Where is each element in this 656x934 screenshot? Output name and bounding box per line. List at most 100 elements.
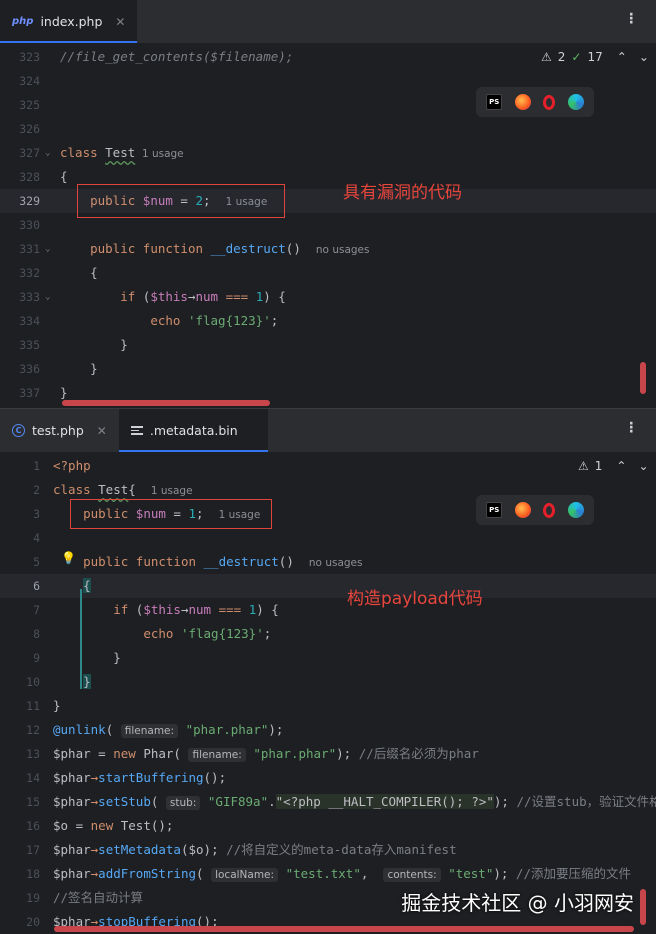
opera-icon[interactable] xyxy=(543,94,556,110)
line-content: if ($this→num === 1) { xyxy=(53,598,279,622)
chevron-down-icon[interactable]: ⌄ xyxy=(639,50,649,64)
code-token: { xyxy=(83,578,91,593)
code-token: → xyxy=(187,289,196,304)
line-number: 12 xyxy=(26,723,40,737)
fold-chevron-icon[interactable]: ⌄ xyxy=(45,285,50,309)
code-line[interactable]: 334 echo 'flag{123}'; xyxy=(0,309,656,333)
code-line[interactable]: 12 @unlink( filename: "phar.phar"); xyxy=(0,718,656,742)
tab-label: test.php xyxy=(32,423,84,438)
line-number: 7 xyxy=(33,603,40,617)
code-line[interactable]: 11} xyxy=(0,694,656,718)
code-token: } xyxy=(53,650,121,665)
code-token: { xyxy=(128,482,151,497)
code-token: "GIF89a" xyxy=(207,794,269,809)
code-token: () xyxy=(278,554,309,569)
code-line[interactable]: 335 } xyxy=(0,333,656,357)
firefox-icon[interactable] xyxy=(514,94,531,110)
line-content: $phar→addFromString( localName: "test.tx… xyxy=(53,862,631,887)
code-token: new xyxy=(90,818,121,833)
code-line[interactable]: 6 { xyxy=(0,574,656,598)
fold-chevron-icon[interactable]: ⌄ xyxy=(45,141,50,165)
code-line[interactable]: 333 ⌄ if ($this→num === 1) { xyxy=(0,285,656,309)
firefox-icon[interactable] xyxy=(514,502,531,518)
phpstorm-icon[interactable]: PS xyxy=(486,94,503,110)
line-content: } xyxy=(53,646,121,670)
line-number: 330 xyxy=(19,218,40,232)
line-content: echo 'flag{123}'; xyxy=(53,622,271,646)
lightbulb-icon[interactable]: 💡 xyxy=(61,551,76,565)
tab-test-php[interactable]: C test.php ✕ xyxy=(0,409,119,452)
line-number: 1 xyxy=(33,459,40,473)
code-line[interactable]: 7 if ($this→num === 1) { xyxy=(0,598,656,622)
code-line[interactable]: 14 $phar→startBuffering(); xyxy=(0,766,656,790)
code-line[interactable]: 1 <?php xyxy=(0,454,656,478)
code-line[interactable]: 331 ⌄ public function __destruct() no usa… xyxy=(0,237,656,261)
code-line[interactable]: 5 public function __destruct() no usages xyxy=(0,550,656,574)
code-line[interactable]: 4 xyxy=(0,526,656,550)
chevron-up-icon[interactable]: ⌃ xyxy=(617,50,627,64)
code-line[interactable]: 18 $phar→addFromString( localName: "test.… xyxy=(0,862,656,886)
line-content: //签名自动计算 xyxy=(53,886,143,910)
top-inspection-status[interactable]: ⚠ 2 ✓ 17 ⌃ ⌄ xyxy=(541,50,649,64)
phpstorm-icon[interactable]: PS xyxy=(486,502,503,518)
top-editor-pane: php index.php ✕ · · · 323 //file_get_conten… xyxy=(0,0,656,408)
code-line[interactable]: 9 } xyxy=(0,646,656,670)
code-line[interactable]: 13 $phar = new Phar( filename: "phar.phar… xyxy=(0,742,656,766)
code-token: ) { xyxy=(263,289,286,304)
line-content: } xyxy=(53,694,61,718)
opera-icon[interactable] xyxy=(543,502,556,518)
code-line[interactable]: 326 xyxy=(0,117,656,141)
warning-icon: ⚠ xyxy=(541,50,552,64)
code-line[interactable]: 332 { xyxy=(0,261,656,285)
more-options-icon[interactable]: · · · xyxy=(629,417,634,439)
code-line[interactable]: 8 echo 'flag{123}'; xyxy=(0,622,656,646)
code-token: $phar xyxy=(53,770,91,785)
code-line[interactable]: 16 $o = new Test(); xyxy=(0,814,656,838)
code-token: ; xyxy=(263,626,272,641)
code-token: if xyxy=(113,602,136,617)
more-options-icon[interactable]: · · · xyxy=(629,8,634,30)
code-token: ( xyxy=(196,866,212,881)
code-line[interactable]: 327 ⌄ class Test 1 usage xyxy=(0,141,656,165)
line-number: 8 xyxy=(33,627,40,641)
code-line[interactable]: 336 } xyxy=(0,357,656,381)
code-line[interactable]: 15 $phar→setStub( stub: "GIF89a"."<?php _… xyxy=(0,790,656,814)
code-line[interactable]: 10 } xyxy=(0,670,656,694)
watermark: 掘金技术社区 @ 小羽网安 xyxy=(401,891,634,915)
code-token: public function xyxy=(83,554,204,569)
code-token: setStub xyxy=(98,794,151,809)
horizontal-scrollbar[interactable] xyxy=(62,400,270,406)
horizontal-scrollbar[interactable] xyxy=(54,926,634,932)
inlay-hint: no usages xyxy=(315,244,370,256)
code-token: //后缀名必须为phar xyxy=(358,746,479,761)
chevron-down-icon[interactable]: ⌄ xyxy=(638,459,648,473)
code-token: setMetadata xyxy=(98,842,181,857)
vertical-scrollbar[interactable] xyxy=(640,889,646,925)
code-line[interactable]: 17 $phar→setMetadata($o); //将自定义的meta-dat… xyxy=(0,838,656,862)
edge-icon[interactable] xyxy=(567,502,584,518)
bottom-inspection-status[interactable]: ⚠ 1 ⌃ ⌄ xyxy=(578,459,649,473)
line-number: 18 xyxy=(26,867,40,881)
vertical-scrollbar[interactable] xyxy=(640,362,646,394)
bottom-editor-pane: C test.php ✕ .metadata.bin · · · 1 <?php 2 cl… xyxy=(0,409,656,934)
line-content: $o = new Test(); xyxy=(53,814,173,838)
tab-index-php[interactable]: php index.php ✕ xyxy=(0,0,138,43)
code-token: Test xyxy=(98,482,129,497)
browser-preview-bar: PS xyxy=(476,495,594,525)
line-content: @unlink( filename: "phar.phar"); xyxy=(53,718,283,743)
line-content: $phar→setStub( stub: "GIF89a"."<?php __H… xyxy=(53,790,656,815)
chevron-up-icon[interactable]: ⌃ xyxy=(616,459,626,473)
annotation-vulnerable-code: 具有漏洞的代码 xyxy=(343,183,462,203)
code-token: __destruct xyxy=(210,241,286,256)
line-content: } xyxy=(53,670,91,694)
line-content: class Test 1 usage xyxy=(60,141,184,166)
line-number: 11 xyxy=(26,699,40,713)
edge-icon[interactable] xyxy=(567,94,584,110)
fold-chevron-icon[interactable]: ⌄ xyxy=(45,237,50,261)
php-file-icon: php xyxy=(12,16,34,27)
tab-metadata-bin[interactable]: .metadata.bin xyxy=(118,409,268,452)
close-icon[interactable]: ✕ xyxy=(97,424,107,438)
close-icon[interactable]: ✕ xyxy=(115,15,125,29)
